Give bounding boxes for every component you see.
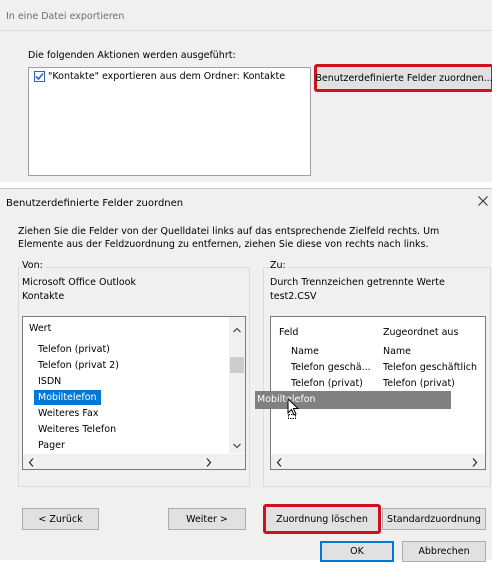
checkmark-icon xyxy=(35,72,44,81)
to-label: Zu: xyxy=(270,260,288,271)
from-label: Von: xyxy=(22,260,45,271)
export-window-title: In eine Datei exportieren xyxy=(6,11,125,22)
list-item[interactable]: Weiteres Fax xyxy=(38,406,98,421)
source-fields-list[interactable]: Wert Telefon (privat) Telefon (privat 2)… xyxy=(22,316,246,470)
drag-ghost-label: Mobiltelefon xyxy=(255,391,451,409)
list-item[interactable]: Pager xyxy=(38,438,65,453)
table-row-mapped[interactable]: Telefon geschäftlich xyxy=(383,360,477,376)
list-item[interactable]: Weiteres Telefon xyxy=(38,422,116,437)
to-target-type: Durch Trennzeichen getrennte Werte xyxy=(270,277,445,288)
list-item[interactable]: Telefon (privat 2) xyxy=(38,358,119,373)
table-row-field[interactable]: Telefon geschä... xyxy=(291,360,371,376)
scroll-right-icon[interactable] xyxy=(472,458,478,469)
source-list-header: Wert xyxy=(29,323,52,334)
drag-cursor-icon xyxy=(287,397,301,423)
table-row-field[interactable]: Name xyxy=(291,344,319,360)
ok-button[interactable]: OK xyxy=(320,541,394,562)
next-button[interactable]: Weiter > xyxy=(168,508,246,530)
to-target-file: test2.CSV xyxy=(270,291,317,302)
instructions-text: Ziehen Sie die Felder von der Quelldatei… xyxy=(18,226,440,250)
scroll-left-icon[interactable] xyxy=(28,458,34,469)
table-row-field[interactable]: Telefon (privat) xyxy=(291,376,363,392)
action-item[interactable]: "Kontakte" exportieren aus dem Ordner: K… xyxy=(34,71,285,82)
cancel-button[interactable]: Abbrechen xyxy=(402,541,486,562)
table-row-mapped[interactable]: Telefon (privat) xyxy=(383,376,455,392)
list-item-selected[interactable]: Mobiltelefon xyxy=(34,390,101,405)
target-list-horizontal-scrollbar[interactable] xyxy=(271,454,485,469)
column-header-field[interactable]: Feld xyxy=(279,327,298,338)
action-item-label: "Kontakte" exportieren aus dem Ordner: K… xyxy=(48,71,286,82)
from-source-folder: Kontakte xyxy=(22,291,65,302)
export-window: In eine Datei exportieren Die folgenden … xyxy=(0,0,492,182)
map-custom-fields-button[interactable]: Benutzerdefinierte Felder zuordnen... xyxy=(314,64,492,92)
scroll-up-icon[interactable] xyxy=(233,325,241,336)
list-item[interactable]: Telefon (privat) xyxy=(38,342,110,357)
scroll-thumb[interactable] xyxy=(230,357,244,373)
from-source-app: Microsoft Office Outlook xyxy=(22,277,136,288)
back-button[interactable]: < Zurück xyxy=(22,508,99,530)
column-header-mapped-from[interactable]: Zugeordnet aus xyxy=(383,327,458,338)
close-icon[interactable] xyxy=(475,193,491,209)
table-row-mapped[interactable]: Name xyxy=(383,344,411,360)
scroll-down-icon[interactable] xyxy=(233,441,241,452)
source-list-vertical-scrollbar[interactable] xyxy=(229,317,245,453)
scroll-right-icon[interactable] xyxy=(206,458,212,469)
clear-mapping-button[interactable]: Zuordnung löschen xyxy=(263,504,381,534)
list-item[interactable]: ISDN xyxy=(38,374,61,389)
default-mapping-button[interactable]: Standardzuordnung xyxy=(382,508,486,530)
action-checkbox[interactable] xyxy=(34,71,45,82)
scroll-left-icon[interactable] xyxy=(276,458,282,469)
title-separator xyxy=(0,30,492,31)
actions-label: Die folgenden Aktionen werden ausgeführt… xyxy=(28,50,236,61)
dialog-title: Benutzerdefinierte Felder zuordnen xyxy=(6,198,184,209)
actions-list: "Kontakte" exportieren aus dem Ordner: K… xyxy=(28,67,311,176)
source-list-horizontal-scrollbar[interactable] xyxy=(23,454,245,469)
